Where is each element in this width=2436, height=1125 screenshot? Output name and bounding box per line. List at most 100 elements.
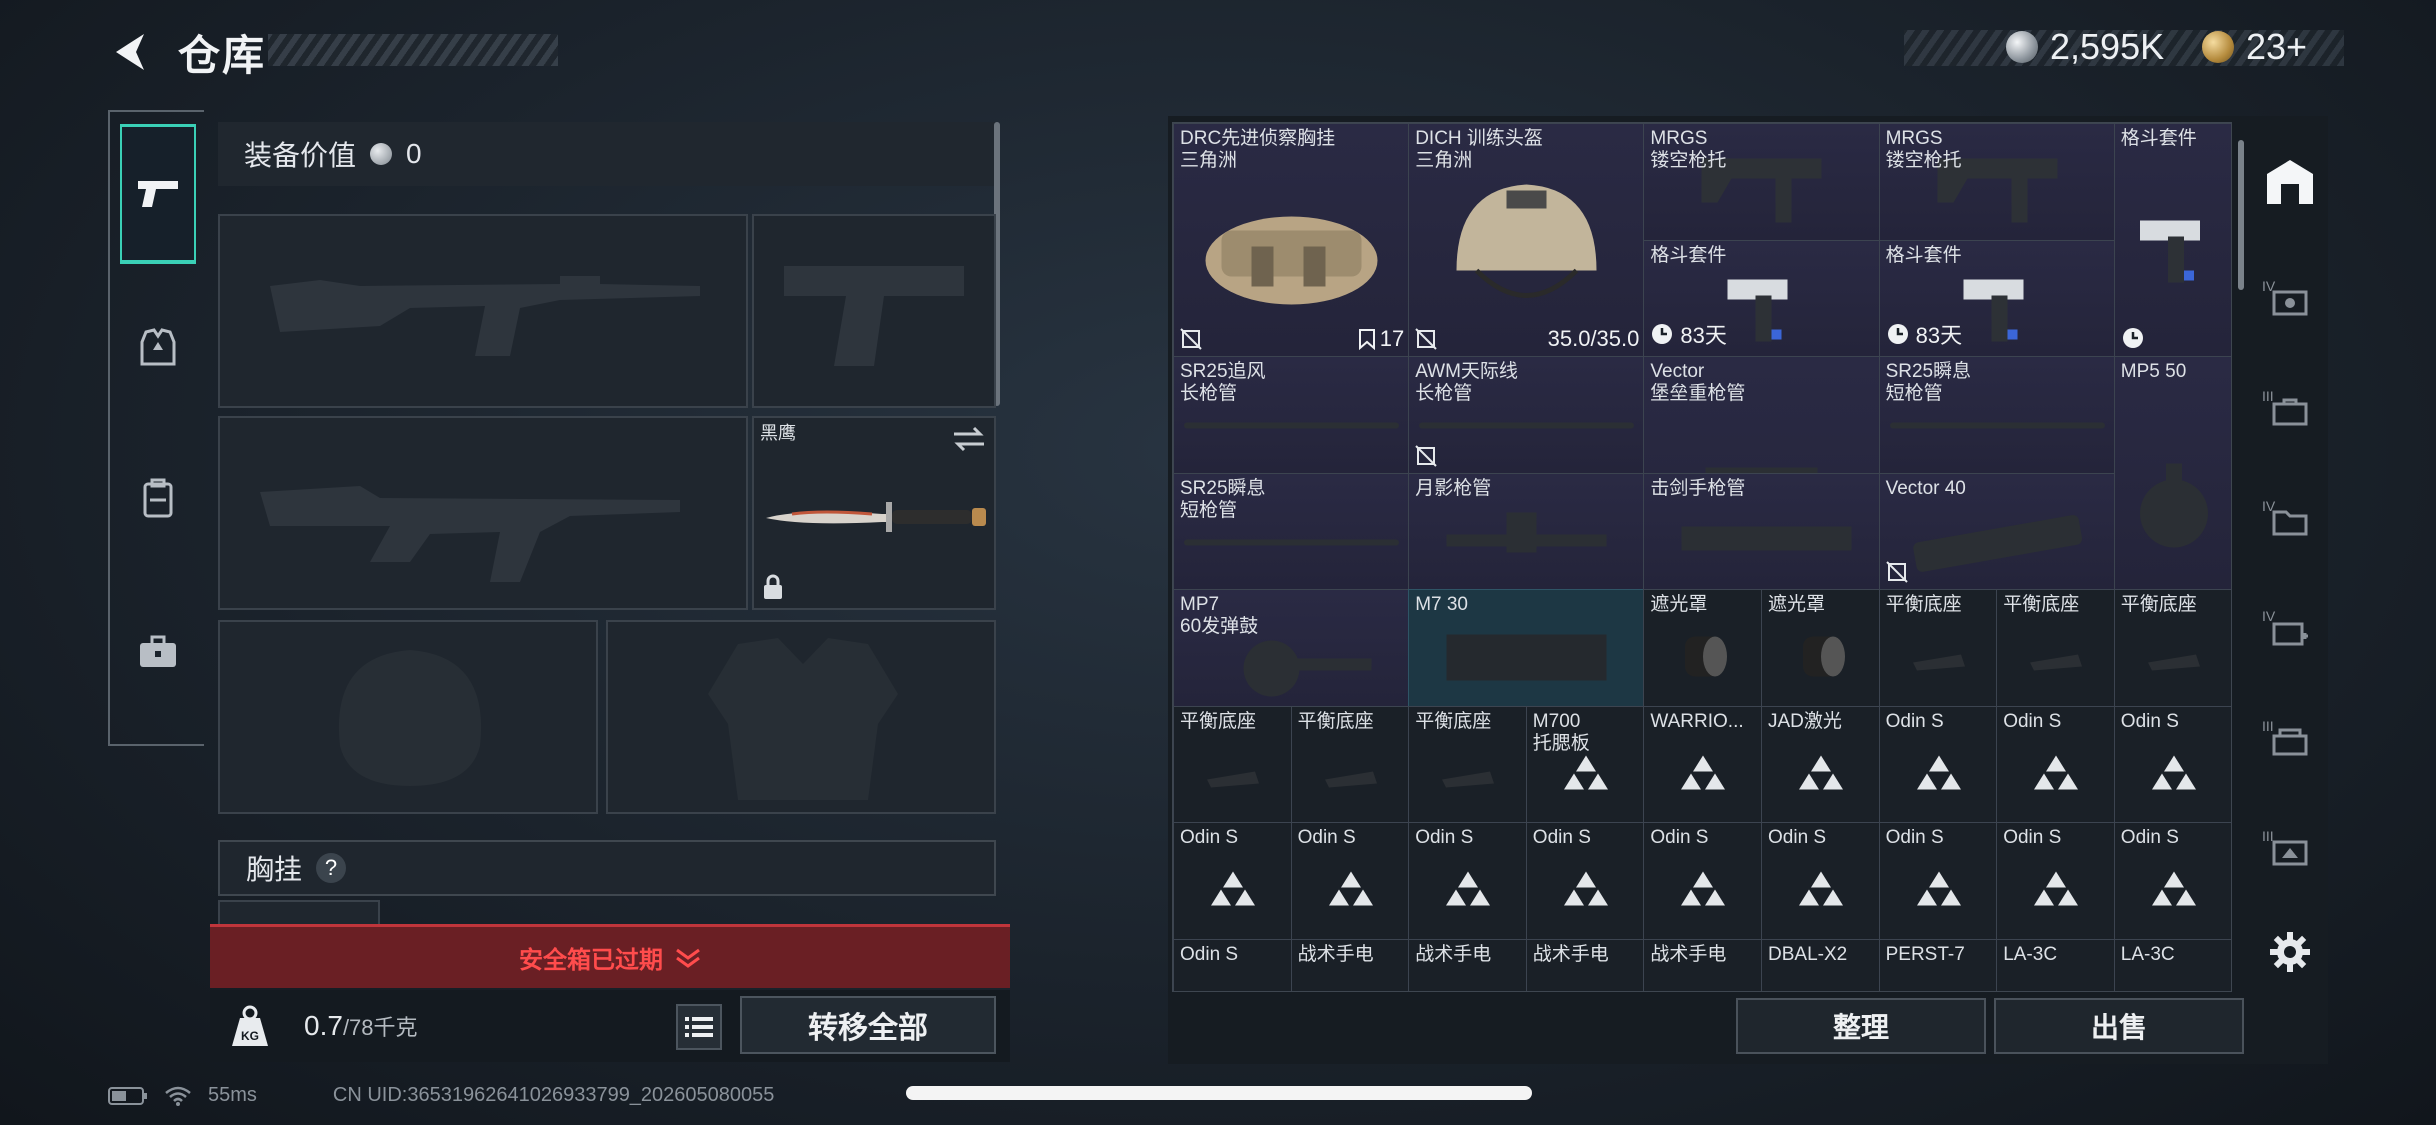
stash-item[interactable]: 月影枪管: [1408, 472, 1645, 590]
weight-readout: 0.7/78千克: [304, 1010, 418, 1042]
back-button[interactable]: [108, 28, 152, 76]
pistol-slot[interactable]: [752, 214, 996, 408]
item-bottom-left: 83天: [1650, 318, 1727, 350]
item-name: 格斗套件: [1885, 244, 1962, 266]
stash-item[interactable]: Odin S: [2113, 705, 2231, 823]
primary-weapon-slot[interactable]: [218, 214, 748, 408]
stash-item[interactable]: SR25追风 长枪管: [1173, 356, 1410, 474]
stash-item[interactable]: 平衡底座: [1878, 589, 1998, 707]
stash-filter-tier3-other[interactable]: III: [2252, 802, 2328, 902]
stash-item[interactable]: 遮光罩: [1643, 589, 1762, 707]
safebox-expired-text: 安全箱已过期: [519, 947, 663, 974]
help-icon[interactable]: ?: [316, 853, 347, 883]
stash-item[interactable]: Odin S: [1996, 822, 2115, 940]
gold-currency[interactable]: 23+: [2202, 26, 2307, 68]
stash-item[interactable]: Vector 40: [1878, 472, 2115, 590]
pistol-silhouette-icon: [784, 266, 964, 366]
stash-item[interactable]: PERST-7: [1878, 938, 1998, 991]
rifle-silhouette-icon: [270, 276, 700, 356]
swap-icon[interactable]: [952, 426, 986, 452]
transfer-all-button[interactable]: 转移全部: [740, 996, 996, 1054]
rail-tab-weapons[interactable]: [120, 124, 196, 264]
sell-button[interactable]: 出售: [1994, 998, 2244, 1054]
stash-item[interactable]: AWM天际线 长枪管: [1408, 356, 1645, 474]
stash-item[interactable]: 击剑手枪管: [1643, 472, 1880, 590]
stash-item[interactable]: MRGS 镂空枪托: [1878, 123, 2115, 241]
rail-tab-backpack[interactable]: [120, 428, 196, 568]
secondary-weapon-slot[interactable]: [218, 416, 748, 610]
sort-button[interactable]: 整理: [1736, 998, 1986, 1054]
stash-item[interactable]: Odin S: [1878, 822, 1998, 940]
stash-item[interactable]: Odin S: [1173, 938, 1292, 991]
stash-item[interactable]: DRC先进侦察胸挂 三角洲 17: [1173, 123, 1410, 357]
stash-filter-tier3-case[interactable]: III: [2252, 362, 2328, 462]
helmet-slot[interactable]: [218, 620, 598, 814]
toolbox-icon: [2272, 728, 2308, 756]
list-view-button[interactable]: [676, 1004, 722, 1050]
stash-filter-tier4-folder[interactable]: IV: [2252, 472, 2328, 572]
stash-grid[interactable]: DRC先进侦察胸挂 三角洲 17 DICH 训练头盔 三角洲 35.0/35.0 MRG…: [1172, 122, 2232, 992]
settings-button[interactable]: [2252, 902, 2328, 1002]
rail-tab-armor[interactable]: [120, 278, 196, 418]
stash-item[interactable]: Odin S: [1643, 822, 1762, 940]
melee-slot[interactable]: 黑鹰: [752, 416, 996, 610]
safebox-expired-banner[interactable]: 安全箱已过期: [210, 924, 1010, 988]
stash-item[interactable]: 遮光罩: [1761, 589, 1880, 707]
rail-tab-case[interactable]: [120, 582, 196, 722]
wifi-icon: [165, 1086, 191, 1106]
stash-filter-rail: IV III IV IV III III: [2252, 122, 2328, 1002]
stash-item[interactable]: SR25瞬息 短枪管: [1173, 472, 1410, 590]
stash-item[interactable]: MRGS 镂空枪托: [1643, 123, 1880, 241]
back-arrow-icon: [116, 34, 144, 70]
home-indicator[interactable]: [906, 1086, 1532, 1100]
item-name: 战术手电: [1650, 943, 1727, 965]
weight-capacity: /78千克: [342, 1015, 418, 1040]
stash-item[interactable]: 平衡底座: [2113, 589, 2231, 707]
item-name: 战术手电: [1532, 943, 1609, 965]
stash-item[interactable]: MP5 50: [2113, 356, 2231, 590]
stash-item[interactable]: Odin S: [1525, 822, 1645, 940]
stash-item[interactable]: Odin S: [1408, 822, 1527, 940]
stash-item[interactable]: MP7 60发弹鼓: [1173, 589, 1410, 707]
case-icon: [2272, 398, 2308, 426]
item-name: LA-3C: [2003, 943, 2058, 965]
stash-item[interactable]: SR25瞬息 短枪管: [1878, 356, 2115, 474]
stash-item[interactable]: 格斗套件 83天: [1643, 239, 1880, 357]
stash-item[interactable]: JAD激光: [1761, 705, 1880, 823]
stash-filter-tier4-weapons[interactable]: IV: [2252, 252, 2328, 352]
stash-item[interactable]: Odin S: [2113, 822, 2231, 940]
stash-item[interactable]: Odin S: [1878, 705, 1998, 823]
item-name: WARRIO...: [1650, 710, 1744, 732]
stash-item[interactable]: Odin S: [1761, 822, 1880, 940]
stash-filter-tier3-gear[interactable]: III: [2252, 692, 2328, 792]
stash-item[interactable]: 战术手电: [1290, 938, 1410, 991]
stash-filter-tier4-medical[interactable]: IV: [2252, 582, 2328, 682]
stash-item[interactable]: 平衡底座: [1996, 589, 2115, 707]
stash-item[interactable]: 战术手电: [1643, 938, 1762, 991]
stash-item[interactable]: DICH 训练头盔 三角洲 35.0/35.0: [1408, 123, 1645, 357]
stash-scrollbar[interactable]: [2238, 140, 2244, 290]
melee-name: 黑鹰: [760, 423, 796, 443]
chest-rig-slot[interactable]: [218, 900, 380, 924]
stash-item[interactable]: LA-3C: [2113, 938, 2231, 991]
stash-item[interactable]: Odin S: [1996, 705, 2115, 823]
stash-item[interactable]: WARRIO...: [1643, 705, 1762, 823]
stash-item[interactable]: 战术手电: [1525, 938, 1645, 991]
chest-rig-bar[interactable]: 胸挂 ?: [218, 840, 996, 896]
stash-item[interactable]: Odin S: [1290, 822, 1410, 940]
stash-item[interactable]: 格斗套件: [2113, 123, 2231, 357]
stash-filter-all[interactable]: [2252, 132, 2328, 232]
silver-currency[interactable]: 2,595K: [2006, 26, 2164, 68]
stash-item[interactable]: 战术手电: [1408, 938, 1527, 991]
armor-slot[interactable]: [606, 620, 996, 814]
stash-item[interactable]: M700 托腮板: [1525, 705, 1645, 823]
stash-item[interactable]: 平衡底座: [1290, 705, 1410, 823]
stash-item[interactable]: 格斗套件 83天: [1878, 239, 2115, 357]
item-bottom-left: [1415, 444, 1437, 467]
stash-item[interactable]: 平衡底座: [1408, 705, 1527, 823]
stash-item[interactable]: LA-3C: [1996, 938, 2115, 991]
stash-item[interactable]: 平衡底座: [1173, 705, 1292, 823]
stash-item[interactable]: DBAL-X2: [1761, 938, 1880, 991]
stash-item[interactable]: M7 30: [1408, 589, 1645, 707]
stash-item[interactable]: Odin S: [1173, 822, 1292, 940]
